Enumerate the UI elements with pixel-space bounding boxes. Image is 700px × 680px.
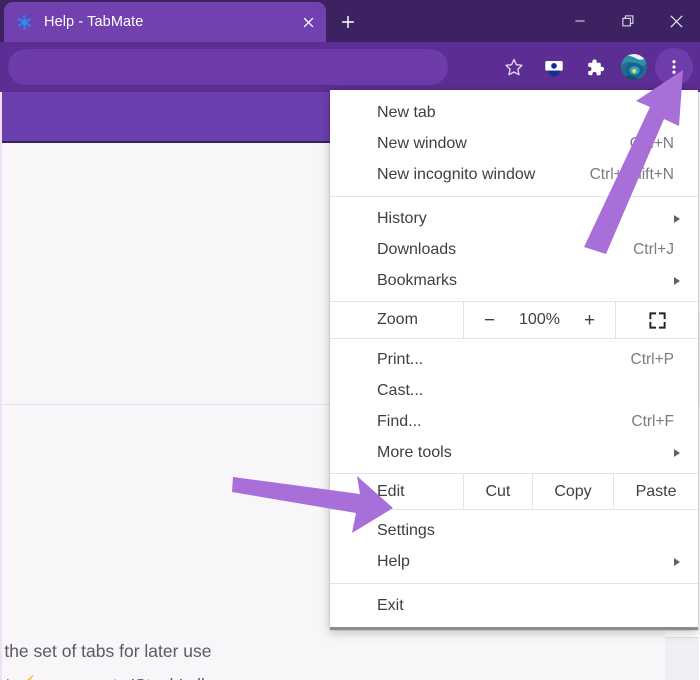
menu-item-print[interactable]: Print... Ctrl+P [330, 344, 698, 375]
zoom-level-value: 100% [519, 311, 560, 328]
browser-window: Help - TabMate ng the set of tabs for la… [0, 0, 700, 680]
chevron-right-icon [674, 448, 680, 457]
menu-item-settings[interactable]: Settings [330, 515, 698, 546]
page-text-line-1: ng the set of tabs for later use [0, 641, 212, 661]
menu-item-label: Downloads [377, 240, 457, 258]
page-text-line-2: nd *⚡represents 'Stash' all open [2, 668, 360, 680]
account-avatar[interactable] [615, 48, 653, 86]
menu-item-label: New window [377, 134, 467, 152]
chevron-right-icon [674, 557, 680, 566]
extensions-puzzle-icon[interactable] [575, 48, 613, 86]
menu-item-accelerator: Ctrl+P [630, 350, 675, 368]
tab-title: Help - TabMate [44, 14, 144, 30]
menu-item-new-tab[interactable]: New tab Ctrl [330, 97, 698, 128]
menu-item-label: New incognito window [377, 165, 536, 183]
menu-item-label: More tools [377, 443, 452, 461]
edit-label: Edit [377, 482, 405, 500]
menu-row-edit: Edit Cut Copy Paste [330, 473, 698, 510]
window-controls [556, 0, 700, 42]
menu-item-accelerator: Ctrl+F [631, 412, 674, 430]
fullscreen-icon[interactable] [616, 302, 698, 338]
browser-toolbar [0, 42, 700, 92]
chevron-right-icon [674, 276, 680, 285]
page-text-line-2-after: represents 'Stash' all open [44, 675, 249, 680]
three-dot-menu-icon[interactable] [655, 48, 693, 86]
minimize-icon[interactable] [556, 0, 604, 42]
menu-row-zoom: Zoom − 100% + [330, 301, 698, 339]
menu-item-label: Print... [377, 350, 424, 368]
menu-item-accelerator: Ctrl+Shift+N [589, 165, 674, 183]
menu-item-label: Settings [377, 521, 435, 539]
edit-action-cut[interactable]: Cut [463, 474, 532, 509]
tab-strip: Help - TabMate [0, 0, 700, 42]
menu-item-downloads[interactable]: Downloads Ctrl+J [330, 234, 698, 265]
zoom-controls: − 100% + [463, 302, 616, 338]
chrome-main-menu: New tab Ctrl New window Ctrl+N New incog… [330, 90, 698, 630]
address-bar[interactable] [8, 49, 448, 85]
menu-item-label: Cast... [377, 381, 424, 399]
menu-item-label: History [377, 209, 427, 227]
edit-action-copy[interactable]: Copy [531, 474, 613, 509]
menu-item-label: Help [377, 552, 410, 570]
zoom-out-button[interactable]: − [479, 311, 501, 330]
menu-item-bookmarks[interactable]: Bookmarks [330, 265, 698, 296]
menu-item-label: Exit [377, 596, 404, 614]
restore-icon[interactable] [604, 0, 652, 42]
zoom-in-button[interactable]: + [579, 311, 601, 330]
menu-item-history[interactable]: History [330, 203, 698, 234]
profile-camera-icon[interactable] [535, 48, 573, 86]
menu-item-label: Bookmarks [377, 271, 458, 289]
menu-item-label: Find... [377, 412, 422, 430]
menu-item-new-window[interactable]: New window Ctrl+N [330, 128, 698, 159]
menu-item-new-incognito-window[interactable]: New incognito window Ctrl+Shift+N [330, 159, 698, 190]
asterisk-star-icon [16, 14, 33, 31]
toolbar-actions [494, 42, 694, 92]
chevron-right-icon [674, 214, 680, 223]
close-window-icon[interactable] [652, 0, 700, 42]
close-icon[interactable] [295, 9, 321, 35]
new-tab-button[interactable] [334, 8, 362, 36]
menu-item-accelerator: Ctrl+N [629, 134, 674, 152]
menu-item-help[interactable]: Help [330, 546, 698, 577]
menu-item-accelerator: Ctrl+J [633, 240, 674, 258]
browser-tab[interactable]: Help - TabMate [4, 2, 326, 42]
lightning-bolt-icon: ⚡ [9, 668, 45, 680]
menu-item-exit[interactable]: Exit [330, 590, 698, 621]
scroll-segment-lower[interactable] [665, 637, 699, 680]
menu-item-label: New tab [377, 103, 436, 121]
menu-item-more-tools[interactable]: More tools [330, 437, 698, 468]
menu-separator [330, 196, 698, 197]
menu-item-accelerator: Ctrl [649, 103, 674, 121]
menu-separator [330, 583, 698, 584]
bookmark-star-icon[interactable] [495, 48, 533, 86]
menu-item-find[interactable]: Find... Ctrl+F [330, 406, 698, 437]
page-text-line-2-before: nd * [2, 675, 11, 680]
menu-item-cast[interactable]: Cast... [330, 375, 698, 406]
zoom-label: Zoom [377, 311, 418, 328]
edit-action-paste[interactable]: Paste [613, 474, 698, 509]
